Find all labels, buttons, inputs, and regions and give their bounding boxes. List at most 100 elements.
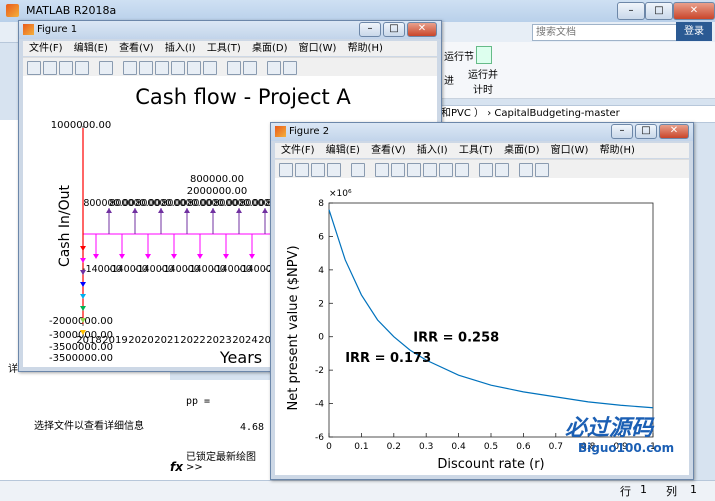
open-file-icon[interactable] (43, 61, 57, 75)
figure2-maximize-button[interactable]: □ (635, 124, 657, 139)
pointer-icon[interactable] (99, 61, 113, 75)
doc-search-input[interactable]: 搜索文档 (532, 24, 677, 41)
menu-file[interactable]: 文件(F) (29, 43, 63, 54)
chart2-xtick-label: 0.6 (516, 442, 531, 452)
chart2-xtick-label: 0.4 (451, 442, 466, 452)
menu-window[interactable]: 窗口(W) (551, 145, 589, 156)
legend-icon[interactable] (495, 163, 509, 177)
chart2-ytick-label: 2 (318, 299, 324, 309)
figure1-menubar: 文件(F) 编辑(E) 查看(V) 插入(I) 工具(T) 桌面(D) 窗口(W… (23, 41, 437, 56)
figure1-maximize-button[interactable]: □ (383, 22, 405, 37)
chart2-ytick-label: 8 (318, 199, 324, 209)
zoom-in-icon[interactable] (123, 61, 137, 75)
path-prefix: 和PVC ） (441, 108, 485, 119)
chart1-xlabel: Years (219, 348, 262, 367)
colorbar-icon[interactable] (479, 163, 493, 177)
menu-help[interactable]: 帮助(H) (600, 145, 635, 156)
rotate-icon[interactable] (423, 163, 437, 177)
legend-icon[interactable] (243, 61, 257, 75)
run-section-label[interactable]: 运行节 (444, 48, 474, 63)
figure2-titlebar[interactable]: Figure 2 – □ ✕ (271, 123, 693, 141)
rotate-icon[interactable] (171, 61, 185, 75)
new-figure-icon[interactable] (279, 163, 293, 177)
path-bar[interactable]: 和PVC ） › CapitalBudgeting-master (440, 105, 715, 123)
chart2-xtick-label: 0.5 (484, 442, 498, 452)
login-button[interactable]: 登录 (676, 22, 712, 41)
cmd-value: 4.68 (240, 422, 265, 433)
menu-insert[interactable]: 插入(I) (417, 145, 448, 156)
chart2-y-exponent: ×10⁶ (329, 189, 352, 199)
chart1-xtick-label: 2021 (154, 335, 179, 346)
menu-tools[interactable]: 工具(T) (207, 43, 241, 54)
chart2-ytick-label: 6 (318, 232, 324, 242)
current-path: CapitalBudgeting-master (494, 108, 620, 119)
pan-icon[interactable] (155, 61, 169, 75)
pan-icon[interactable] (407, 163, 421, 177)
cmd-prompt[interactable]: >> (186, 462, 203, 473)
chart2-ytick-label: 0 (318, 333, 324, 343)
save-icon[interactable] (59, 61, 73, 75)
chart2-ytick-label: -4 (315, 400, 324, 410)
hide-tools-icon[interactable] (519, 163, 533, 177)
menu-window[interactable]: 窗口(W) (299, 43, 337, 54)
hide-tools-icon[interactable] (267, 61, 281, 75)
chart1-xtick-label: 2020 (128, 335, 153, 346)
menu-edit[interactable]: 编辑(E) (326, 145, 360, 156)
chart2-ylabel: Net present value ($NPV) (286, 245, 301, 410)
status-col: 1 (690, 483, 697, 496)
chart1-xtick-label: 2024 (232, 335, 257, 346)
chart1-stem-marker (80, 306, 86, 311)
menu-view[interactable]: 查看(V) (119, 43, 154, 54)
pointer-icon[interactable] (351, 163, 365, 177)
chart1-ytick-label: -3500000.00 (49, 353, 113, 364)
run-and-time-icon[interactable] (476, 46, 492, 64)
menu-tools[interactable]: 工具(T) (459, 145, 493, 156)
chart1-ytick-label: -2000000.00 (49, 316, 113, 327)
figure1-close-button[interactable]: ✕ (407, 22, 437, 37)
data-cursor-icon[interactable] (187, 61, 201, 75)
open-file-icon[interactable] (295, 163, 309, 177)
dock-icon[interactable] (535, 163, 549, 177)
zoom-out-icon[interactable] (391, 163, 405, 177)
chart1-outflow-marker (171, 254, 177, 259)
figure2-minimize-button[interactable]: – (611, 124, 633, 139)
advance-label[interactable]: 进 (444, 72, 454, 87)
details-side-tab[interactable]: 详 (8, 360, 18, 375)
chart2-xtick-label: 0 (326, 442, 332, 452)
print-icon[interactable] (75, 61, 89, 75)
colorbar-icon[interactable] (227, 61, 241, 75)
menu-desktop[interactable]: 桌面(D) (252, 43, 288, 54)
menu-desktop[interactable]: 桌面(D) (504, 145, 540, 156)
chart1-xtick-label: 2018 (76, 335, 101, 346)
save-icon[interactable] (311, 163, 325, 177)
menu-help[interactable]: 帮助(H) (348, 43, 383, 54)
figure2-toolbar (275, 159, 689, 178)
maximize-button[interactable]: □ (645, 2, 673, 20)
chart1-stem-marker (80, 258, 86, 263)
figure1-titlebar[interactable]: Figure 1 – □ ✕ (19, 21, 441, 39)
brush-icon[interactable] (203, 61, 217, 75)
brush-icon[interactable] (455, 163, 469, 177)
zoom-in-icon[interactable] (375, 163, 389, 177)
menu-edit[interactable]: 编辑(E) (74, 43, 108, 54)
new-figure-icon[interactable] (27, 61, 41, 75)
figure2-menubar: 文件(F) 编辑(E) 查看(V) 插入(I) 工具(T) 桌面(D) 窗口(W… (275, 143, 689, 158)
figure2-close-button[interactable]: ✕ (659, 124, 689, 139)
irr-annotation: IRR = 0.173 (345, 351, 431, 366)
minimize-button[interactable]: – (617, 2, 645, 20)
zoom-out-icon[interactable] (139, 61, 153, 75)
close-button[interactable]: ✕ (673, 2, 715, 20)
print-icon[interactable] (327, 163, 341, 177)
menu-view[interactable]: 查看(V) (371, 145, 406, 156)
menu-file[interactable]: 文件(F) (281, 145, 315, 156)
menu-insert[interactable]: 插入(I) (165, 43, 196, 54)
data-cursor-icon[interactable] (439, 163, 453, 177)
status-col-label: 列 (666, 485, 677, 498)
irr-annotation: IRR = 0.258 (413, 331, 499, 346)
matlab-logo-icon (6, 4, 19, 17)
run-and-time-label[interactable]: 运行并 计时 (468, 66, 498, 96)
figure-icon (275, 126, 286, 137)
main-window-title: MATLAB R2018a (26, 4, 117, 17)
dock-icon[interactable] (283, 61, 297, 75)
figure1-minimize-button[interactable]: – (359, 22, 381, 37)
